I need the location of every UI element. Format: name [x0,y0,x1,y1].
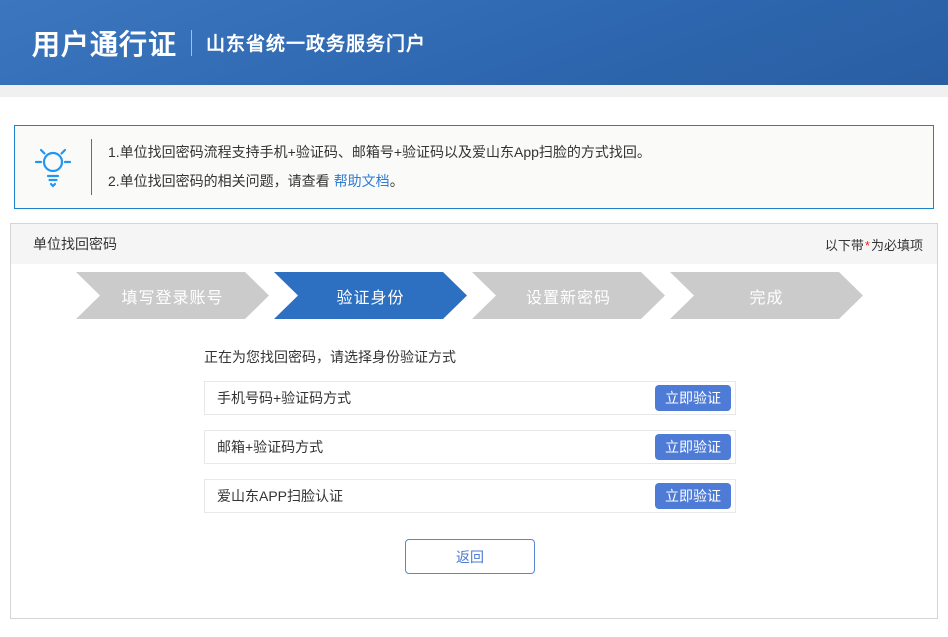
back-button[interactable]: 返回 [405,539,535,574]
option-label-email: 邮箱+验证码方式 [217,437,323,457]
help-doc-link[interactable]: 帮助文档 [334,173,390,189]
verify-now-button-face-scan[interactable]: 立即验证 [655,483,731,509]
verify-now-button-email[interactable]: 立即验证 [655,434,731,460]
password-recovery-panel: 单位找回密码 以下带*为必填项 填写登录账号 验证身份 设置新密码 完成 正在为… [10,223,938,619]
site-logo-title: 用户通行证 [32,23,177,63]
notice-line-2-text: 2.单位找回密码的相关问题，请查看 [108,173,330,189]
step-wizard: 填写登录账号 验证身份 设置新密码 完成 [76,272,937,319]
notice-line-2-suffix: 。 [390,173,404,189]
step-fill-account: 填写登录账号 [76,272,269,319]
notice-box: 1.单位找回密码流程支持手机+验证码、邮箱号+验证码以及爱山东App扫脸的方式找… [14,125,934,209]
option-label-face-scan: 爱山东APP扫脸认证 [217,486,343,506]
option-label-phone: 手机号码+验证码方式 [217,388,351,408]
notice-line-2: 2.单位找回密码的相关问题，请查看帮助文档。 [108,167,651,196]
section-header-bar: 单位找回密码 以下带*为必填项 [11,224,937,264]
required-note-prefix: 以下带 [825,238,864,253]
option-row-email: 邮箱+验证码方式 立即验证 [204,430,736,464]
option-row-phone: 手机号码+验证码方式 立即验证 [204,381,736,415]
step-verify-identity: 验证身份 [274,272,467,319]
required-note-suffix: 为必填项 [871,238,923,253]
required-star: * [865,238,870,253]
site-subtitle: 山东省统一政务服务门户 [206,29,426,56]
section-title: 单位找回密码 [33,234,117,254]
notice-icon-cell [15,144,91,190]
notice-line-1: 1.单位找回密码流程支持手机+验证码、邮箱号+验证码以及爱山东App扫脸的方式找… [108,138,651,167]
header-divider [191,30,192,56]
required-fields-note: 以下带*为必填项 [825,235,923,254]
option-row-face-scan: 爱山东APP扫脸认证 立即验证 [204,479,736,513]
notice-text: 1.单位找回密码流程支持手机+验证码、邮箱号+验证码以及爱山东App扫脸的方式找… [108,138,651,196]
page-header: 用户通行证 山东省统一政务服务门户 [0,0,948,85]
verify-now-button-phone[interactable]: 立即验证 [655,385,731,411]
notice-divider [91,139,92,195]
step-set-new-password: 设置新密码 [472,272,665,319]
lightbulb-idea-icon [31,144,75,190]
prompt-text: 正在为您找回密码，请选择身份验证方式 [204,347,736,367]
step-complete: 完成 [670,272,863,319]
verification-options: 正在为您找回密码，请选择身份验证方式 手机号码+验证码方式 立即验证 邮箱+验证… [204,347,736,574]
header-shadow-strip [0,85,948,97]
